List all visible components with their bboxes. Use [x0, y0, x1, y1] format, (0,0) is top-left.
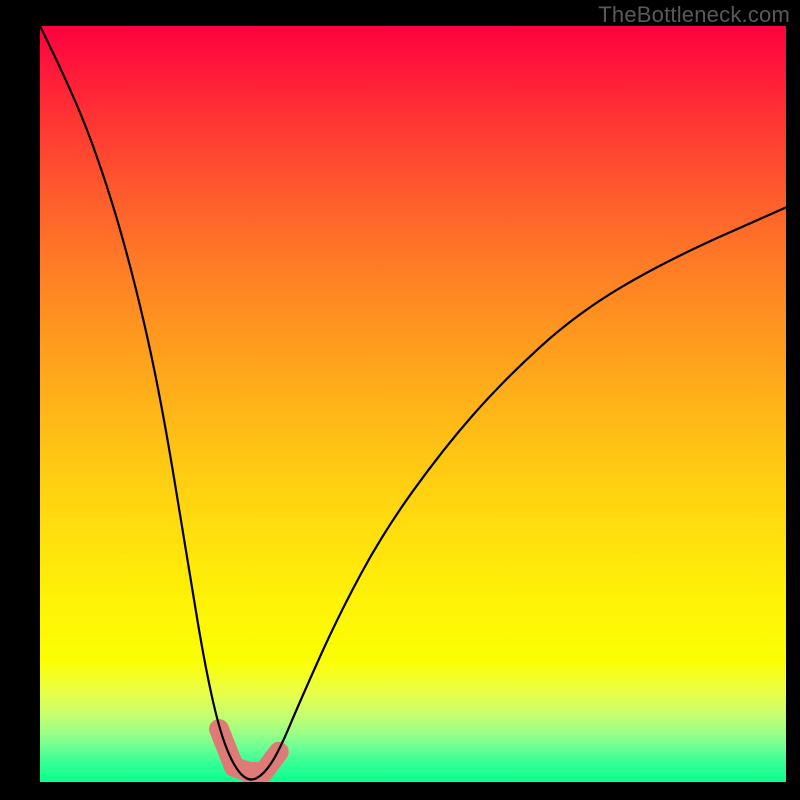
bottleneck-curve: [40, 26, 786, 779]
attribution-label: TheBottleneck.com: [598, 2, 790, 28]
chart-frame: TheBottleneck.com: [0, 0, 800, 800]
curve-overlay: [40, 26, 786, 782]
plot-area: [40, 26, 786, 782]
